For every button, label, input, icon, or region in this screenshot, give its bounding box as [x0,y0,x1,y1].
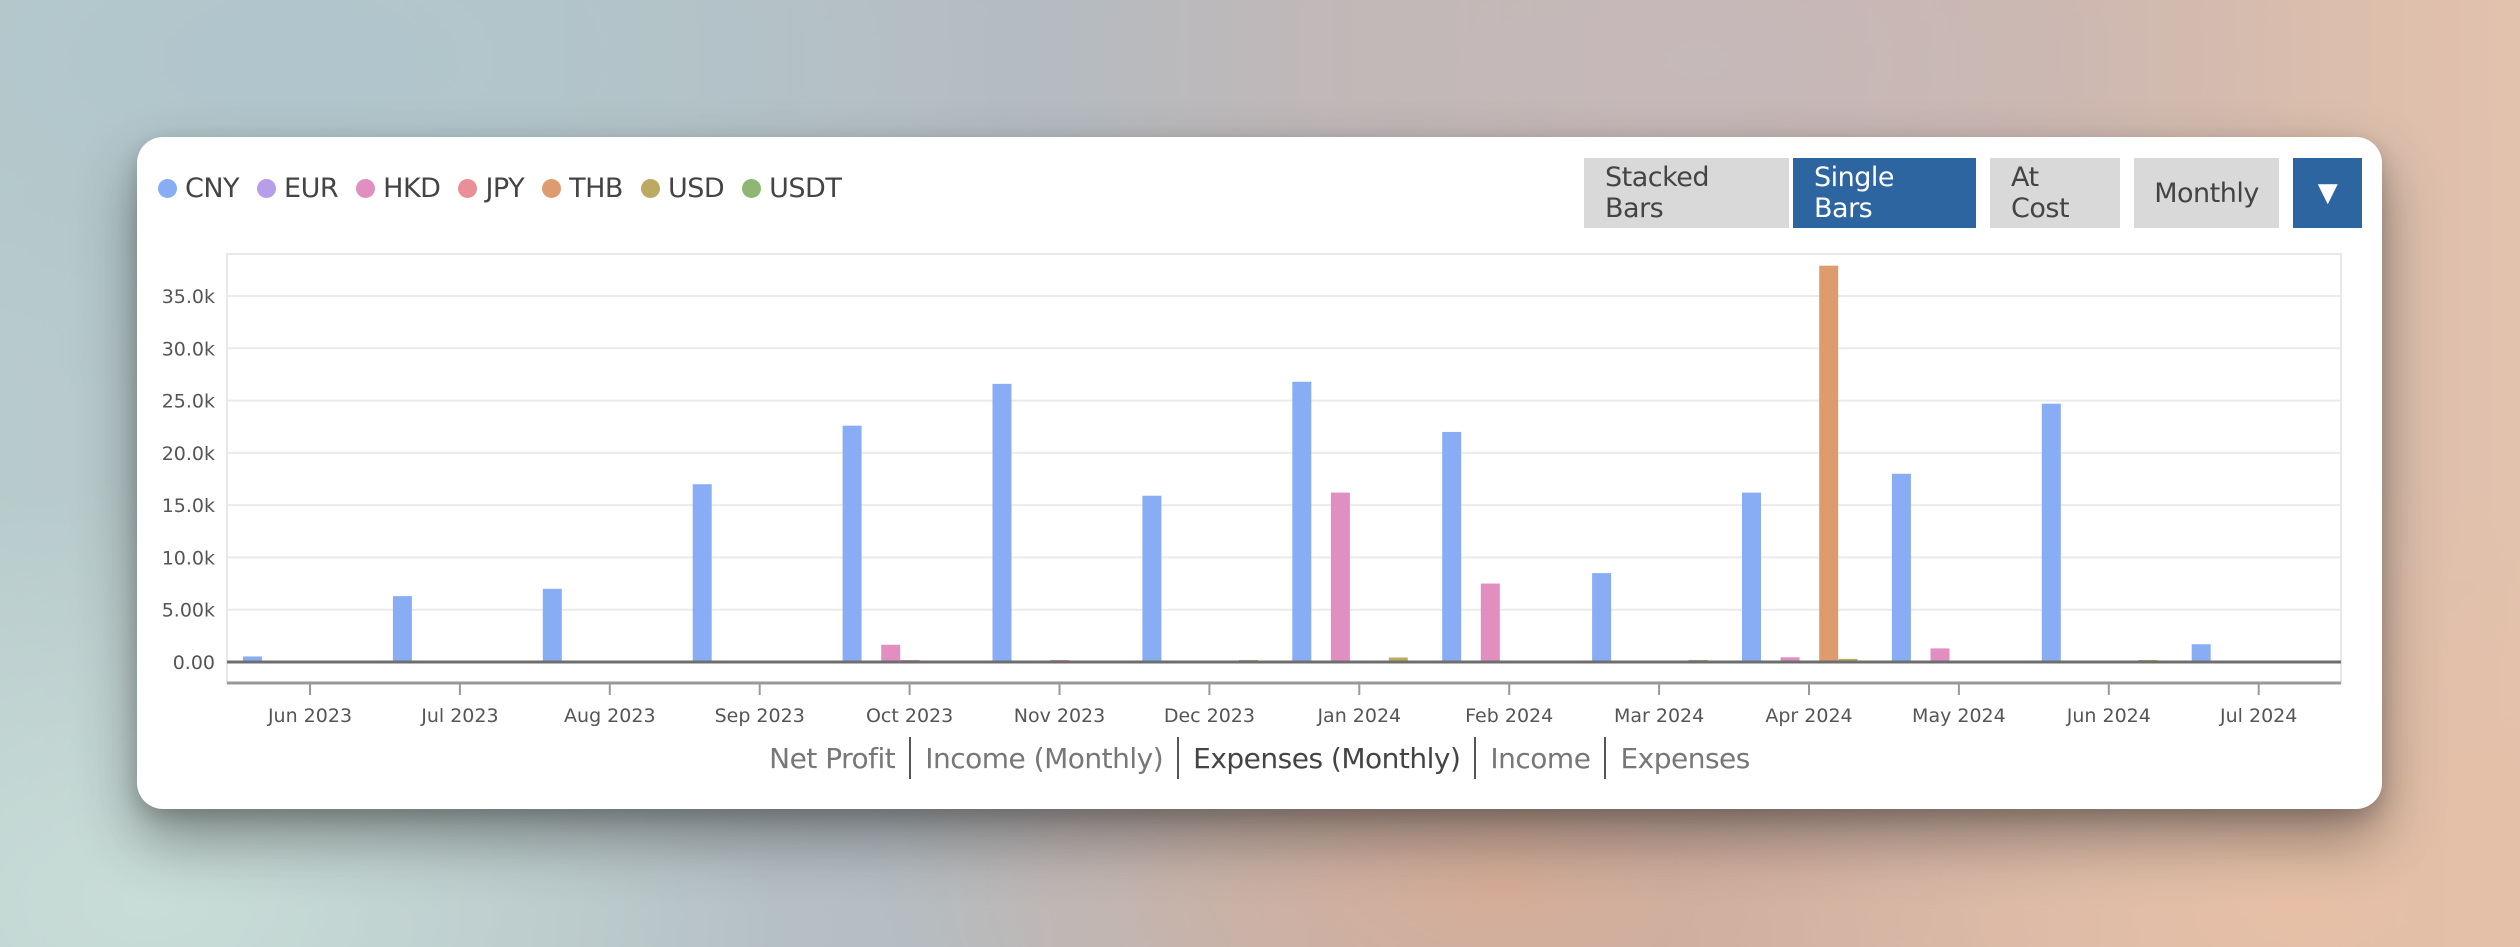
x-tick-label: Jul 2023 [420,705,498,727]
bar-hkd[interactable] [881,644,901,662]
y-tick-label: 5.00k [162,600,215,622]
x-tick-label: Apr 2024 [1765,705,1852,727]
chart-view-tabs: Net Profit Income (Monthly) Expenses (Mont… [137,737,2382,779]
x-tick-label: Feb 2024 [1465,705,1553,727]
bar-cny[interactable] [1292,381,1312,662]
chart-card: CNY EUR HKD JPY THB USD USDT Stacked Bars Sing… [137,137,2382,809]
x-tick-label: Jun 2023 [267,705,352,727]
bar-cny[interactable] [1442,431,1462,662]
x-tick-label: Jul 2024 [2219,705,2297,727]
bar-hkd[interactable] [1330,492,1350,662]
y-tick-label: 15.0k [162,495,215,517]
bar-hkd[interactable] [1930,648,1950,662]
y-tick-label: 20.0k [162,443,215,465]
x-tick-label: Sep 2023 [715,705,805,727]
x-tick-label: Aug 2023 [564,705,656,727]
bar-thb[interactable] [1819,265,1839,662]
x-tick-label: Oct 2023 [866,705,953,727]
bar-cny[interactable] [692,484,712,662]
bar-cny[interactable] [2041,403,2061,662]
bar-cny[interactable] [992,383,1012,662]
bar-cny[interactable] [1891,473,1911,662]
bar-cny[interactable] [392,596,412,662]
x-tick-label: Nov 2023 [1014,705,1105,727]
bar-cny[interactable] [1592,573,1612,662]
tab-net-profit[interactable]: Net Profit [755,742,909,775]
x-tick-label: Jun 2024 [2066,705,2151,727]
tab-expenses[interactable]: Expenses [1606,742,1763,775]
expenses-bar-chart: 0.00 5.00k 10.0k 15.0k 20.0k 25.0k 30.0k 35.0k J… [162,253,2342,727]
bar-cny[interactable] [1142,495,1162,662]
bar-cny[interactable] [542,588,562,662]
bar-cny[interactable] [1742,492,1761,662]
x-tick-label: Mar 2024 [1614,705,1704,727]
tab-income[interactable]: Income [1476,742,1604,775]
bar-cny[interactable] [2191,644,2211,662]
y-tick-label: 10.0k [162,547,215,569]
y-tick-label: 35.0k [162,286,215,308]
y-tick-label: 0.00 [173,652,215,674]
tab-income-monthly[interactable]: Income (Monthly) [911,742,1177,775]
x-tick-label: May 2024 [1912,705,2006,727]
bar-cny[interactable] [842,425,862,662]
tab-expenses-monthly[interactable]: Expenses (Monthly) [1179,742,1474,775]
y-tick-label: 25.0k [162,391,215,413]
x-tick-label: Dec 2023 [1164,705,1255,727]
x-tick-label: Jan 2024 [1316,705,1401,727]
bar-hkd[interactable] [1480,583,1500,662]
y-tick-label: 30.0k [162,338,215,360]
